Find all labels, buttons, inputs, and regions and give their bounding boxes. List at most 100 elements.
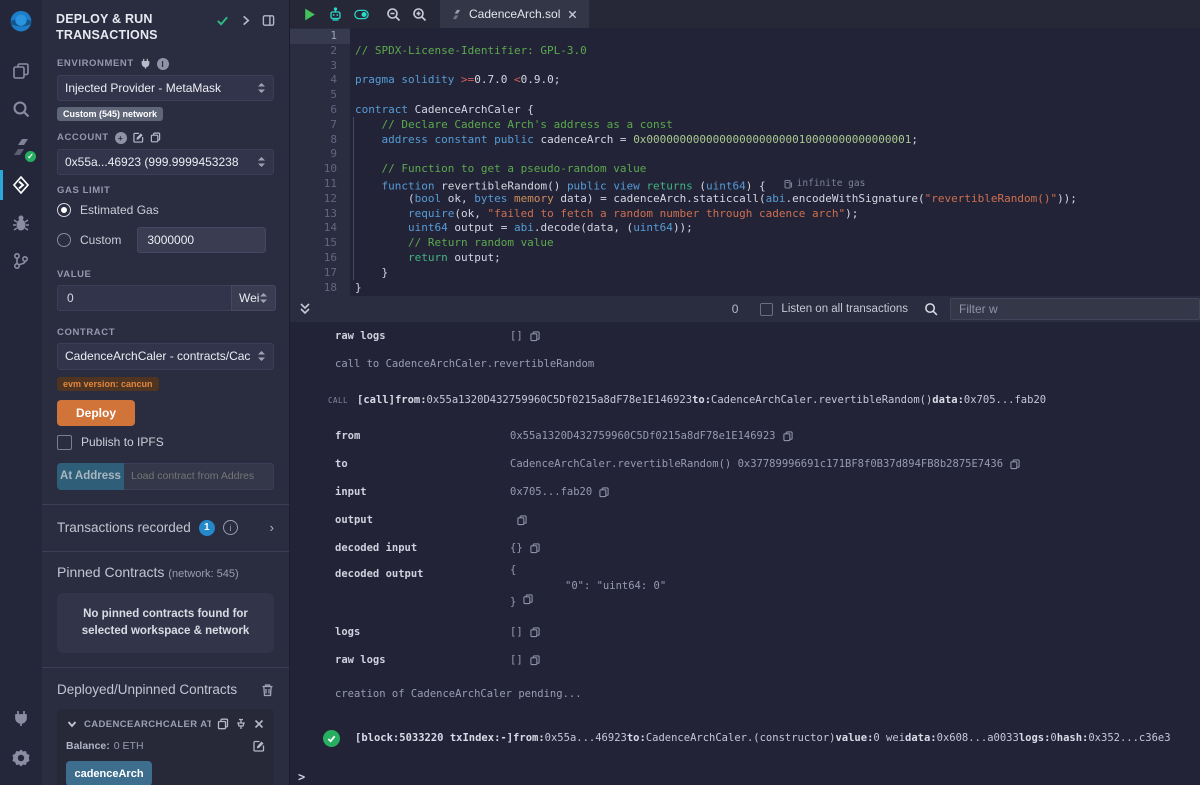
code-line-4: 4pragma solidity >=0.7.0 <0.9.0; <box>290 73 1200 88</box>
git-icon[interactable] <box>0 242 42 280</box>
ai-copilot-toggle-icon[interactable] <box>348 0 374 28</box>
line-number: 1 <box>290 29 350 44</box>
custom-gas-radio[interactable] <box>57 233 71 247</box>
line-number: 11 <box>290 177 350 192</box>
estimated-gas-option: Estimated Gas <box>57 203 274 217</box>
cadencearch-function-button[interactable]: cadenceArch <box>66 761 152 785</box>
solidity-compiler-icon[interactable]: ✓ <box>0 128 42 166</box>
code-line-8: 8 address constant public cadenceArch = … <box>290 133 1200 148</box>
chevron-updown-icon <box>257 82 266 94</box>
code-line-15: 15 // Return random value <box>290 236 1200 251</box>
line-number: 6 <box>290 103 350 118</box>
copy-icon[interactable] <box>1010 459 1020 470</box>
run-script-icon[interactable] <box>296 0 322 28</box>
collapse-terminal-icon[interactable] <box>299 302 311 316</box>
pin-panel-icon[interactable] <box>262 14 275 27</box>
environment-select[interactable]: Injected Provider - MetaMask <box>57 75 274 101</box>
code-line-16: 16 return output; <box>290 251 1200 266</box>
search-icon[interactable] <box>0 90 42 128</box>
at-address-input[interactable] <box>124 463 274 490</box>
zoom-out-icon[interactable] <box>380 0 406 28</box>
call-log-entry[interactable]: call[call] from: 0x55a1320D432759960C5Df… <box>290 386 1200 414</box>
contract-instance-title: CADENCEARCHCALER AT 0) <box>84 719 211 730</box>
info-icon[interactable]: i <box>223 520 238 535</box>
custom-gas-input[interactable] <box>137 227 266 253</box>
code-editor[interactable]: 12// SPDX-License-Identifier: GPL-3.034p… <box>290 28 1200 296</box>
ai-assistant-icon[interactable] <box>322 0 348 28</box>
forward-chevron-icon[interactable] <box>239 14 252 27</box>
file-explorer-icon[interactable] <box>0 52 42 90</box>
copy-icon[interactable] <box>530 331 540 342</box>
copy-icon[interactable] <box>783 431 793 442</box>
contract-select[interactable]: CadenceArchCaler - contracts/Cac <box>57 343 274 370</box>
debugger-icon[interactable] <box>0 204 42 242</box>
info-icon[interactable]: i <box>157 58 169 70</box>
edit-icon[interactable] <box>253 740 265 752</box>
log-value: {} <box>510 542 523 554</box>
deploy-run-panel: DEPLOY & RUN TRANSACTIONS ENVIRONMENT i … <box>42 0 290 785</box>
close-icon[interactable] <box>253 718 265 730</box>
publish-ipfs-checkbox[interactable] <box>57 435 72 450</box>
tab-cadencearch-sol[interactable]: CadenceArch.sol <box>440 0 589 28</box>
close-tab-icon[interactable] <box>567 9 578 20</box>
value-unit-select[interactable]: Wei <box>231 285 276 311</box>
copy-account-icon[interactable] <box>150 132 161 143</box>
copy-icon[interactable] <box>530 655 540 666</box>
evm-version-badge: evm version: cancun <box>57 377 159 391</box>
deployed-contracts-title: Deployed/Unpinned Contracts <box>57 682 237 697</box>
copy-icon[interactable] <box>517 515 527 526</box>
block-log-entry[interactable]: [block:5033220 txIndex:-] from: 0x55a...… <box>290 724 1200 752</box>
copy-icon[interactable] <box>599 487 609 498</box>
copy-icon[interactable] <box>523 594 533 605</box>
custom-gas-option: Custom <box>57 227 274 253</box>
value-label: VALUE <box>57 269 274 280</box>
filter-input[interactable] <box>950 298 1200 320</box>
value-input[interactable] <box>57 285 231 311</box>
collapse-chevron-icon[interactable] <box>66 718 78 730</box>
account-select[interactable]: 0x55a...46923 (999.9999453238 <box>57 149 274 175</box>
at-address-button[interactable]: At Address <box>57 463 124 490</box>
contract-label: CONTRACT <box>57 327 274 338</box>
estimated-gas-radio[interactable] <box>57 203 71 217</box>
copy-icon[interactable] <box>530 543 540 554</box>
add-account-icon[interactable]: + <box>115 132 127 144</box>
listen-all-checkbox[interactable] <box>760 303 773 316</box>
deployed-contract-card: CADENCEARCHCALER AT 0) Balance: 0 ETH ca… <box>57 709 274 785</box>
terminal[interactable]: raw logs[]call to CadenceArchCaler.rever… <box>290 322 1200 785</box>
deploy-button[interactable]: Deploy <box>57 400 135 426</box>
copy-icon[interactable] <box>530 627 540 638</box>
code-line-7: 7 // Declare Cadence Arch's address as a… <box>290 118 1200 133</box>
log-key: decoded output <box>290 562 510 610</box>
deploy-run-icon[interactable] <box>0 166 42 204</box>
log-key: input <box>290 486 510 498</box>
remix-logo <box>6 8 36 38</box>
zoom-in-icon[interactable] <box>406 0 432 28</box>
settings-icon[interactable] <box>0 739 42 777</box>
terminal-prompt[interactable]: > <box>290 770 1200 784</box>
plugin-manager-icon[interactable] <box>0 699 42 737</box>
pinned-contracts-title: Pinned Contracts (network: 545) <box>42 552 289 580</box>
line-number: 3 <box>290 59 350 74</box>
trash-icon[interactable] <box>261 683 274 697</box>
log-value: {"0": "uint64: 0"} <box>510 562 666 610</box>
listen-all-label: Listen on all transactions <box>781 303 908 315</box>
search-icon[interactable] <box>924 302 938 316</box>
terminal-message: creation of CadenceArchCaler pending... <box>290 680 1200 708</box>
code-line-5: 5 <box>290 88 1200 103</box>
plug-icon[interactable] <box>140 58 151 69</box>
line-number: 17 <box>290 266 350 281</box>
edit-account-icon[interactable] <box>133 132 144 143</box>
line-number: 2 <box>290 44 350 59</box>
line-number: 12 <box>290 192 350 207</box>
gas-limit-label: GAS LIMIT <box>57 185 274 196</box>
code-line-12: 12 (bool ok, bytes memory data) = cadenc… <box>290 192 1200 207</box>
panel-title: DEPLOY & RUN TRANSACTIONS <box>56 11 206 44</box>
copy-icon[interactable] <box>217 718 229 730</box>
line-number: 5 <box>290 88 350 103</box>
pin-icon[interactable] <box>235 718 247 730</box>
log-key: to <box>290 458 510 470</box>
remix-ide: ✓ <box>0 0 1200 785</box>
code-line-2: 2// SPDX-License-Identifier: GPL-3.0 <box>290 44 1200 59</box>
line-number: 14 <box>290 221 350 236</box>
expand-chevron-icon[interactable]: › <box>270 520 274 535</box>
